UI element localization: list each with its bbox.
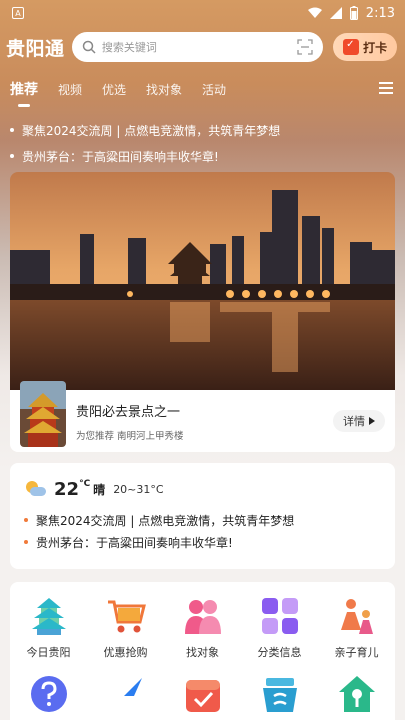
tab-dating[interactable]: 找对象 <box>146 81 182 98</box>
category-tabs: 推荐 视频 优选 找对象 活动 <box>0 74 405 107</box>
tower-thumbnail <box>20 381 66 447</box>
app-logo: 贵阳通 <box>6 37 65 60</box>
checkin-button[interactable]: 打卡 <box>333 33 398 61</box>
search-input[interactable]: 搜索关键词 <box>102 39 297 55</box>
status-bar: A 2:13 <box>0 0 405 26</box>
family-icon <box>340 599 373 634</box>
header: 贵阳通 搜索关键词 打卡 <box>0 30 405 64</box>
question-icon <box>30 676 67 712</box>
notification-icon: A <box>12 7 24 19</box>
checkin-label: 打卡 <box>363 40 388 55</box>
scan-icon[interactable] <box>297 39 313 55</box>
weather-summary[interactable]: 22°C 晴 20~31°C <box>24 477 381 501</box>
grid-item-dating[interactable]: 找对象 <box>168 596 238 660</box>
banner-caption[interactable]: 贵阳必去景点之一 为您推荐 南明河上甲秀楼 详情 <box>10 381 395 452</box>
weather-news-list: 聚焦2024交流周 | 点燃电竞激情，共筑青年梦想 贵州茅台：于高粱田间奏响丰收… <box>24 509 381 553</box>
tab-selected[interactable]: 优选 <box>102 81 126 98</box>
banner-title: 贵阳必去景点之一 <box>76 404 181 420</box>
hero-news-item[interactable]: 贵州茅台：于高粱田间奏响丰收华章! <box>10 143 400 169</box>
signal-icon <box>329 7 342 19</box>
weather-card: 22°C 晴 20~31°C 聚焦2024交流周 | 点燃电竞激情，共筑青年梦想… <box>10 463 395 569</box>
partly-cloudy-icon <box>24 481 46 497</box>
couple-icon <box>184 600 221 634</box>
service-grid: 今日贵阳 优惠抢购 找对象 分类信息 亲子育儿 <box>10 582 395 720</box>
grid-item-classifieds[interactable]: 分类信息 <box>245 596 315 660</box>
grid-item-checkin[interactable] <box>168 674 238 714</box>
clock: 2:13 <box>365 5 395 21</box>
temperature-range: 20~31°C <box>113 482 164 496</box>
grid-item-help[interactable] <box>14 674 84 714</box>
grid-item-deals[interactable]: 优惠抢购 <box>91 596 161 660</box>
news-item[interactable]: 贵州茅台：于高粱田间奏响丰收华章! <box>24 531 381 553</box>
grid-item-housing[interactable] <box>322 674 392 714</box>
cart-icon <box>107 600 146 633</box>
news-item[interactable]: 聚焦2024交流周 | 点燃电竞激情，共筑青年梦想 <box>24 509 381 531</box>
wifi-icon <box>307 7 322 18</box>
temperature: 22°C <box>54 478 91 500</box>
search-bar[interactable]: 搜索关键词 <box>71 32 324 62</box>
search-icon <box>82 40 96 54</box>
play-arrow-icon <box>369 417 375 425</box>
tab-recommend[interactable]: 推荐 <box>10 79 38 107</box>
banner-subtitle: 为您推荐 南明河上甲秀楼 <box>76 430 184 442</box>
tab-video[interactable]: 视频 <box>58 81 82 98</box>
grid-item-parenting[interactable]: 亲子育儿 <box>322 596 392 660</box>
banner-image[interactable] <box>10 172 395 390</box>
tower-icon <box>31 598 66 635</box>
category-icon <box>261 598 298 634</box>
grid-item-shop[interactable] <box>245 674 315 714</box>
tab-events[interactable]: 活动 <box>202 81 226 98</box>
detail-button[interactable]: 详情 <box>333 410 385 432</box>
battery-icon <box>349 6 358 20</box>
grid-item-today-guiyang[interactable]: 今日贵阳 <box>14 596 84 660</box>
menu-icon[interactable] <box>379 82 393 94</box>
weather-condition: 晴 <box>93 482 106 497</box>
compass-icon <box>109 678 142 710</box>
shopping-basket-icon <box>262 678 297 712</box>
grid-item-explore[interactable] <box>91 674 161 714</box>
house-key-icon <box>338 676 375 712</box>
hero-news-item[interactable]: 聚焦2024交流周 | 点燃电竞激情，共筑青年梦想 <box>10 117 400 143</box>
hero-news-list: 聚焦2024交流周 | 点燃电竞激情，共筑青年梦想 贵州茅台：于高粱田间奏响丰收… <box>10 117 400 169</box>
calendar-check-icon <box>185 680 220 712</box>
calendar-check-icon <box>343 39 360 55</box>
